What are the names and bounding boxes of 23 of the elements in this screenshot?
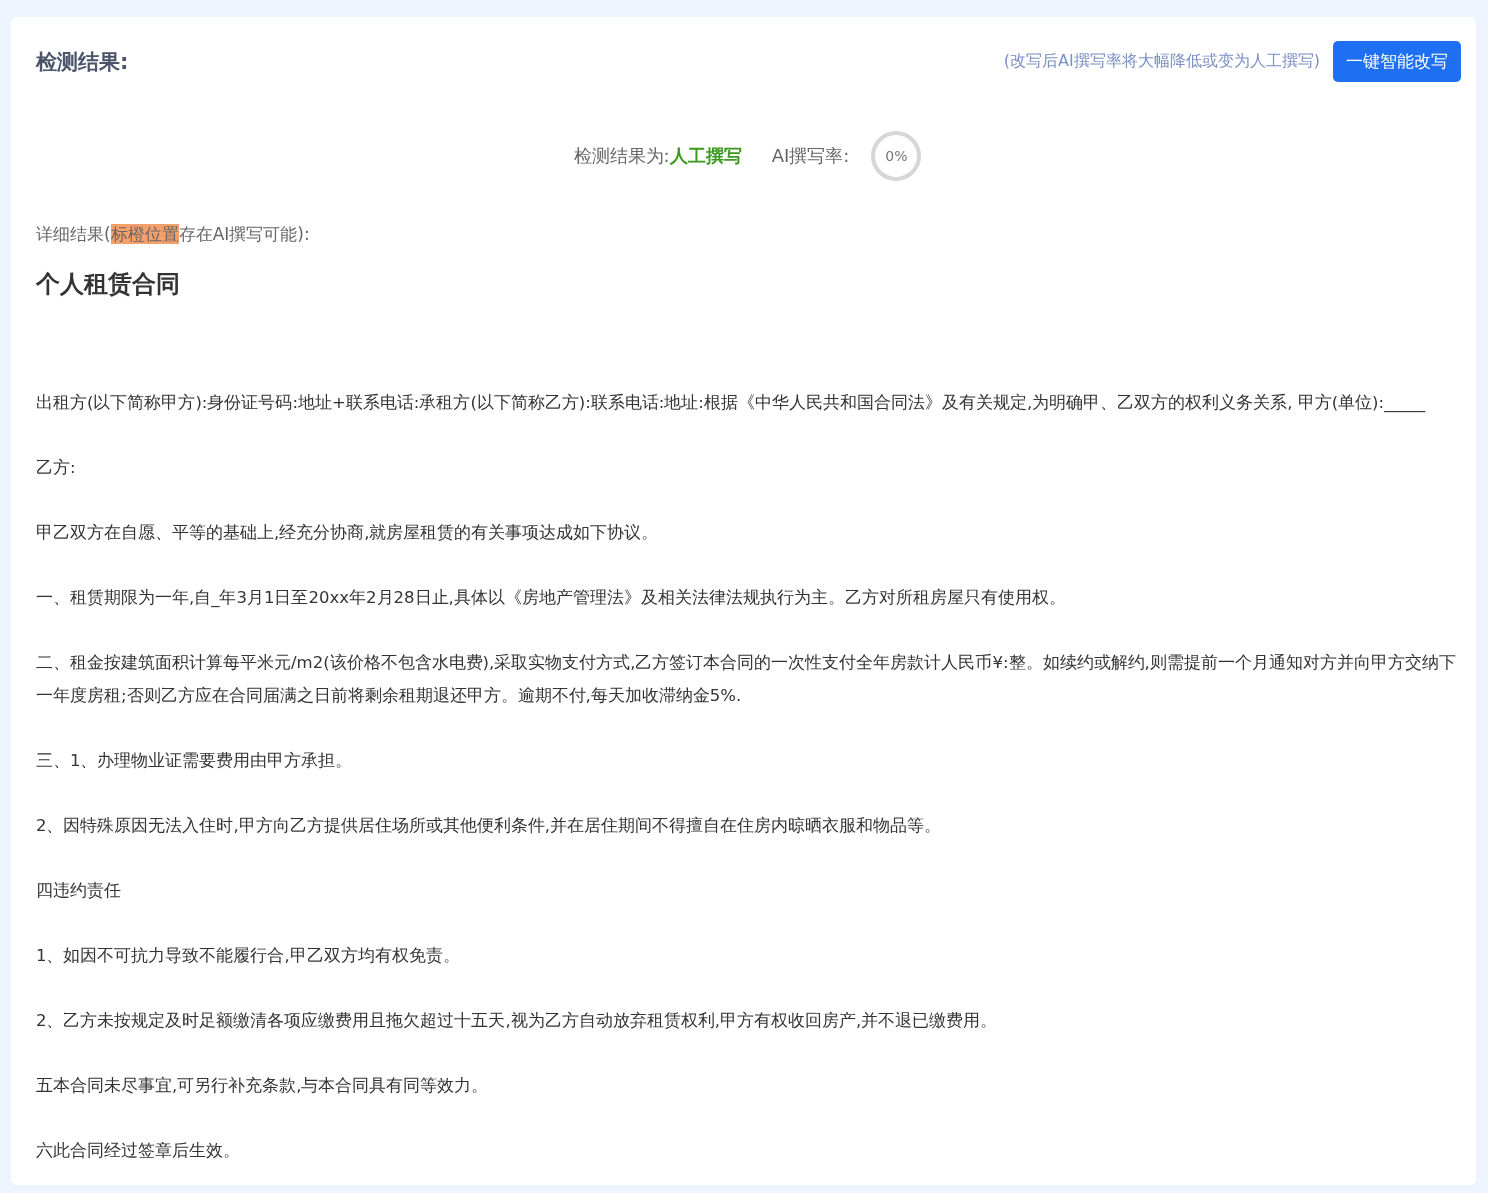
result-label: 检测结果为: [573, 144, 670, 168]
rate-label: AI撰写率: [771, 144, 850, 168]
document-paragraph: 出租方(以下简称甲方):身份证号码:地址+联系电话:承租方(以下简称乙方):联系电话:地址:根据《中华人民共和国合同法》及有关规定,为明确甲、乙双方的权利义务关系, 甲方(单位):_____ [36, 392, 1427, 415]
document-paragraph: 2、乙方未按规定及时足额缴清各项应缴费用且拖欠超过十五天,视为乙方自动放弃租赁权利,甲方有权收回房产,并不退已缴费用。 [36, 1010, 999, 1032]
detail-label: 详细结果( [36, 224, 111, 244]
document-paragraph: 1、如因不可抗力导致不能履行合,甲乙双方均有权免责。 [36, 945, 461, 967]
rewrite-hint: (改写后AI撰写率将大幅降低或变为人工撰写) [1003, 51, 1320, 72]
document-paragraph: 一、租赁期限为一年,自_年3月1日至20xx年2月28日止,具体以《房地产管理法》及相关法律法规执行为主。乙方对所租房屋只有使用权。 [36, 587, 1067, 609]
document-paragraph: 五本合同未尽事宜,可另行补充条款,与本合同具有同等效力。 [36, 1075, 490, 1097]
verdict-text: 人工撰写 [669, 144, 742, 168]
document-paragraph: 乙方: [36, 457, 77, 479]
section-title: 检测结果: [36, 48, 129, 76]
rate-value: 0% [884, 147, 909, 166]
highlight-sample: 标橙位置 [110, 224, 179, 244]
document-paragraph: 六此合同经过签章后生效。 [36, 1140, 241, 1162]
document-paragraph: 四违约责任 [36, 880, 122, 902]
detail-label-suffix: 存在AI撰写可能): [178, 224, 310, 244]
document-paragraph: 三、1、办理物业证需要费用由甲方承担。 [36, 750, 354, 772]
document-paragraph: 二、租金按建筑面积计算每平米元/m2(该价格不包含水电费),采取实物支付方式,乙方签订本合同的一次性支付全年房款计人民币¥:整。如续约或解约,则需提前一个月通知对方并向甲方交纳下一年度房租;否则乙方应在合同届满之日前将剩余租期退还甲方。逾期不付,每天加收滞纳金5%. [36, 652, 1457, 707]
document-paragraph: 2、因特殊原因无法入住时,甲方向乙方提供居住场所或其他便利条件,并在居住期间不得擅自在住房内晾晒衣服和物品等。 [36, 815, 942, 837]
rewrite-button[interactable]: 一键智能改写 [1333, 41, 1461, 82]
document-title: 个人租赁合同 [36, 269, 181, 300]
document-paragraph: 甲乙双方在自愿、平等的基础上,经充分协商,就房屋租赁的有关事项达成如下协议。 [36, 522, 660, 544]
